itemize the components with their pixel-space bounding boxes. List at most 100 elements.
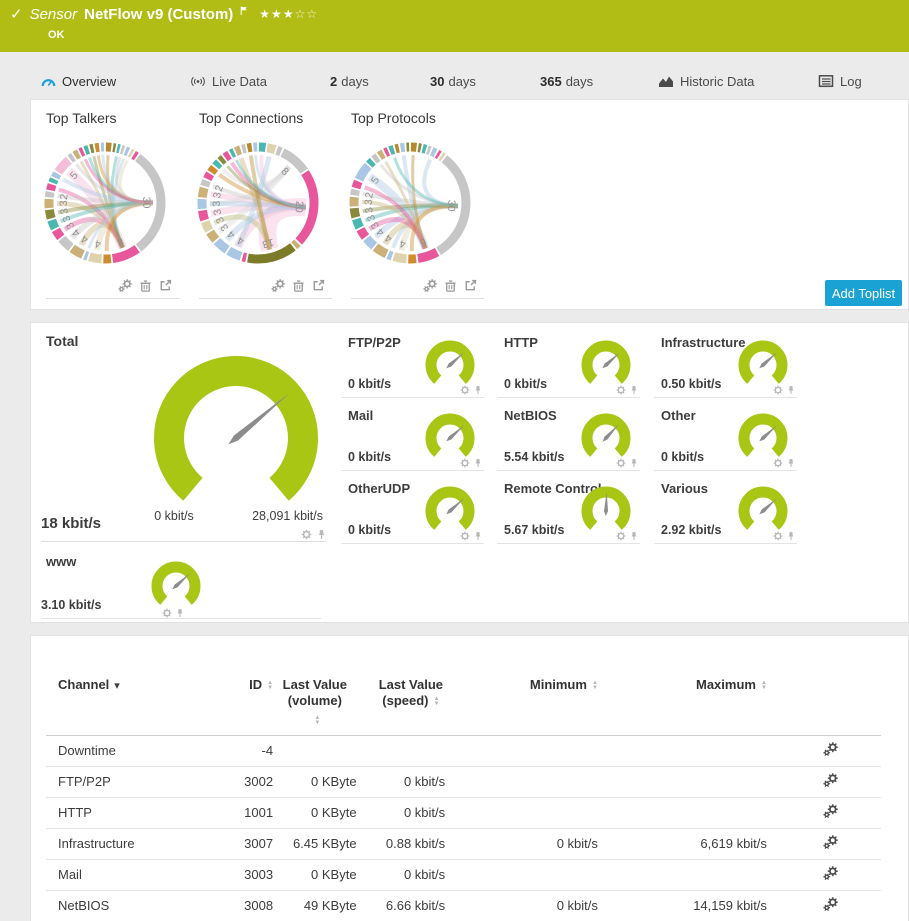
cell-id: 3002 bbox=[219, 766, 273, 797]
cell-channel: Mail bbox=[46, 859, 219, 890]
tab-historic-data[interactable]: Historic Data bbox=[658, 70, 754, 92]
toplists-panel: Top Talkers308444333325Top Connections82… bbox=[30, 99, 909, 310]
total-gauge-actions bbox=[301, 529, 327, 540]
settings-icon[interactable] bbox=[271, 278, 286, 293]
cell-min bbox=[445, 797, 598, 828]
column-header-maximum[interactable]: Maximum▲▼ bbox=[598, 669, 767, 735]
pin-icon[interactable] bbox=[473, 458, 483, 468]
open-external-icon[interactable] bbox=[311, 278, 326, 293]
gauge-value: 0.50 kbit/s bbox=[661, 377, 721, 391]
pin-icon[interactable] bbox=[175, 608, 185, 618]
edit-channel-icon[interactable] bbox=[823, 772, 839, 788]
gauge-actions bbox=[773, 458, 796, 468]
delete-icon[interactable] bbox=[291, 278, 306, 293]
divider bbox=[199, 298, 332, 299]
divider bbox=[341, 543, 484, 544]
cell-min: 0 kbit/s bbox=[445, 890, 598, 921]
column-header-minimum[interactable]: Minimum▲▼ bbox=[445, 669, 598, 735]
settings-icon[interactable] bbox=[423, 278, 438, 293]
sort-icon[interactable]: ▲▼ bbox=[314, 716, 320, 726]
open-external-icon[interactable] bbox=[158, 278, 173, 293]
gear-icon[interactable] bbox=[616, 458, 626, 468]
gear-icon[interactable] bbox=[773, 531, 783, 541]
gear-icon[interactable] bbox=[162, 608, 172, 618]
gauge-actions bbox=[460, 531, 483, 541]
gauge-title: OtherUDP bbox=[348, 481, 410, 496]
pin-icon[interactable] bbox=[629, 385, 639, 395]
pin-icon[interactable] bbox=[786, 458, 796, 468]
gauge-title: HTTP bbox=[504, 335, 538, 350]
header-label: Last Value bbox=[379, 677, 443, 692]
gear-icon[interactable] bbox=[616, 385, 626, 395]
tab-number: 30 bbox=[430, 74, 444, 89]
pin-icon[interactable] bbox=[786, 531, 796, 541]
toplist-actions bbox=[271, 278, 326, 293]
pin-icon[interactable] bbox=[473, 385, 483, 395]
pin-icon[interactable] bbox=[473, 531, 483, 541]
gauge-cell-remote-control: Remote Control5.67 kbit/s bbox=[504, 481, 647, 544]
sort-icon[interactable]: ▲▼ bbox=[434, 697, 440, 707]
gear-icon[interactable] bbox=[460, 531, 470, 541]
gauge-cell-ftp-p2p: FTP/P2P0 kbit/s bbox=[348, 335, 491, 398]
sort-icon[interactable]: ▲▼ bbox=[267, 681, 273, 691]
delete-icon[interactable] bbox=[138, 278, 153, 293]
cell-id: 3008 bbox=[219, 890, 273, 921]
open-external-icon[interactable] bbox=[463, 278, 478, 293]
edit-channel-icon[interactable] bbox=[823, 896, 839, 912]
gauge-actions bbox=[460, 458, 483, 468]
edit-channel-icon[interactable] bbox=[823, 834, 839, 850]
edit-channel-icon[interactable] bbox=[823, 803, 839, 819]
tab-365-days[interactable]: 365days bbox=[540, 70, 593, 92]
gear-icon[interactable] bbox=[616, 531, 626, 541]
tab-log[interactable]: Log bbox=[818, 70, 862, 92]
sort-icon[interactable]: ▲▼ bbox=[592, 681, 598, 691]
gear-icon[interactable] bbox=[773, 385, 783, 395]
divider bbox=[351, 298, 484, 299]
table-row-mail: Mail30030 KByte0 kbit/s bbox=[46, 859, 881, 890]
gauge-title: Other bbox=[661, 408, 696, 423]
gauges-panel: Total 0 kbit/s 28,091 kbit/s 18 kbit/s F… bbox=[30, 322, 909, 623]
pin-icon[interactable] bbox=[316, 529, 327, 540]
edit-channel-icon[interactable] bbox=[823, 741, 839, 757]
tab-2-days[interactable]: 2days bbox=[330, 70, 369, 92]
column-header-channel[interactable]: Channel▾ bbox=[46, 669, 219, 735]
priority-stars[interactable]: ★★★☆☆ bbox=[259, 5, 318, 23]
gear-icon[interactable] bbox=[460, 458, 470, 468]
edit-channel-icon[interactable] bbox=[823, 865, 839, 881]
cell-speed: 6.66 kbit/s bbox=[357, 890, 446, 921]
cell-max bbox=[598, 766, 767, 797]
pin-icon[interactable] bbox=[629, 531, 639, 541]
live-icon bbox=[190, 76, 206, 87]
cell-channel: NetBIOS bbox=[46, 890, 219, 921]
gauge-actions bbox=[460, 385, 483, 395]
table-row-ftp-p2p: FTP/P2P30020 KByte0 kbit/s bbox=[46, 766, 881, 797]
chart-icon bbox=[658, 74, 674, 88]
total-gauge-title: Total bbox=[46, 333, 78, 349]
gear-icon[interactable] bbox=[460, 385, 470, 395]
toplist-actions bbox=[423, 278, 478, 293]
tab-30-days[interactable]: 30days bbox=[430, 70, 476, 92]
gauge-cell-other: Other0 kbit/s bbox=[661, 408, 804, 471]
gauge-cell-http: HTTP0 kbit/s bbox=[504, 335, 647, 398]
tab-live-data[interactable]: Live Data bbox=[190, 70, 267, 92]
settings-icon[interactable] bbox=[118, 278, 133, 293]
pin-icon[interactable] bbox=[786, 385, 796, 395]
cell-id: -4 bbox=[219, 735, 273, 766]
pin-icon[interactable] bbox=[629, 458, 639, 468]
sort-icon[interactable]: ▲▼ bbox=[761, 681, 767, 691]
gear-icon[interactable] bbox=[773, 458, 783, 468]
gauge-cell-www: www 3.10 kbit/s bbox=[46, 554, 336, 620]
chord-diagram: 8201344333332 bbox=[195, 140, 321, 266]
column-header-last-value-speed-[interactable]: Last Value(speed)▲▼ bbox=[357, 669, 446, 735]
tab-overview[interactable]: Overview bbox=[40, 70, 116, 92]
divider bbox=[654, 397, 797, 398]
gauge-cell-infrastructure: Infrastructure0.50 kbit/s bbox=[661, 335, 804, 398]
add-toplist-button[interactable]: Add Toplist bbox=[825, 280, 902, 306]
column-header-last-value-volume-[interactable]: Last Value(volume)▲▼ bbox=[273, 669, 357, 735]
flag-icon[interactable] bbox=[240, 3, 248, 21]
delete-icon[interactable] bbox=[443, 278, 458, 293]
column-header-id[interactable]: ID▲▼ bbox=[219, 669, 273, 735]
tab-number: 2 bbox=[330, 74, 337, 89]
cell-channel: FTP/P2P bbox=[46, 766, 219, 797]
gear-icon[interactable] bbox=[301, 529, 312, 540]
